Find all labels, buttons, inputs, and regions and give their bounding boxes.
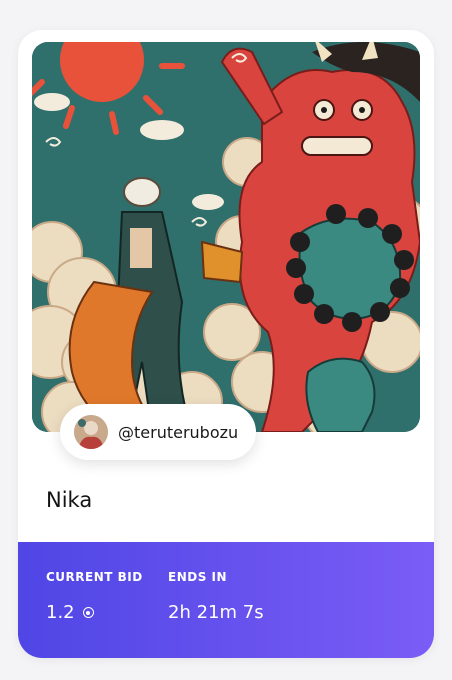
ends-in-value: 2h 21m 7s: [168, 602, 264, 623]
ends-in-label: ENDS IN: [168, 570, 228, 584]
creator-avatar[interactable]: [74, 415, 108, 449]
current-bid-label: CURRENT BID: [46, 570, 143, 584]
current-bid: CURRENT BID 1.2: [46, 570, 143, 623]
nft-card[interactable]: @teruterubozu Nika CURRENT BID 1.2 ENDS …: [18, 30, 434, 658]
artwork-illustration: [32, 42, 420, 432]
current-bid-value: 1.2: [46, 602, 75, 623]
eth-coin-icon: [82, 607, 94, 618]
artwork-image[interactable]: [32, 42, 420, 432]
creator-chip[interactable]: @teruterubozu: [60, 404, 257, 460]
creator-handle[interactable]: @teruterubozu: [118, 423, 238, 442]
current-bid-value-row: 1.2: [46, 602, 143, 623]
avatar-image: [74, 415, 108, 449]
artwork-title: Nika: [46, 488, 93, 512]
ends-in: ENDS IN 2h 21m 7s: [168, 570, 264, 623]
auction-panel: CURRENT BID 1.2 ENDS IN 2h 21m 7s: [18, 542, 434, 658]
